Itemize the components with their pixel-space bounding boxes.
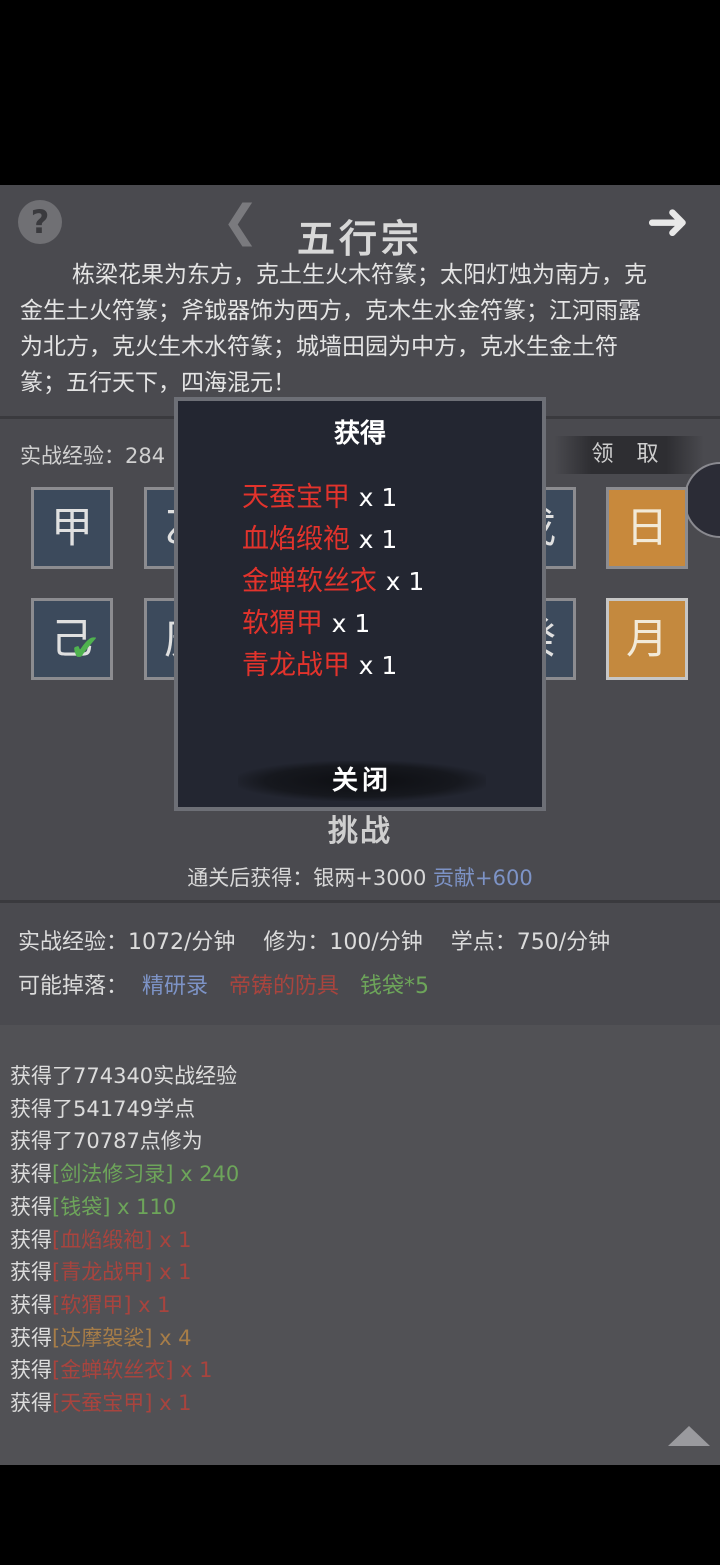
claim-button[interactable]: 领 取 <box>554 436 704 474</box>
possible-drops: 可能掉落： 精研录 帝铸的防具 钱袋*5 <box>18 968 429 1000</box>
log-line: 获得[血焰缎袍] x 1 <box>10 1227 192 1252</box>
log-line: 获得[金蝉软丝衣] x 1 <box>10 1358 213 1383</box>
drop-item[interactable]: 钱袋*5 <box>360 974 429 999</box>
log-line: 获得[剑法修习录] x 240 <box>10 1162 240 1187</box>
clear-reward: 通关后获得：银两+3000 贡献+600 <box>0 862 720 892</box>
drops-label: 可能掉落： <box>18 974 129 999</box>
page-title: 五行宗 <box>296 216 423 261</box>
log-line: 获得了774340实战经验 <box>10 1064 238 1088</box>
stat-cultivation: 修为：100/分钟 <box>263 930 423 955</box>
drop-item[interactable]: 精研录 <box>142 974 208 999</box>
reward-item: 天蚕宝甲 x 1 <box>242 482 398 513</box>
arrow-right-icon: ➜ <box>646 192 690 252</box>
scroll-up-icon[interactable] <box>668 1426 710 1446</box>
reward-item: 金蝉软丝衣 x 1 <box>242 566 425 597</box>
rate-stats: 实战经验：1072/分钟 修为：100/分钟 学点：750/分钟 <box>18 924 610 956</box>
log-line: 获得了541749学点 <box>10 1096 196 1121</box>
divider <box>0 900 720 903</box>
log-line: 获得[天蚕宝甲] x 1 <box>10 1391 192 1416</box>
battle-log: 获得了774340实战经验 获得了541749学点 获得了70787点修为 获得… <box>10 1060 239 1420</box>
tile-ri[interactable]: 日 <box>606 487 688 569</box>
reward-silver: 通关后获得：银两+3000 <box>187 866 427 890</box>
log-line: 获得[青龙战甲] x 1 <box>10 1260 192 1285</box>
reward-list[interactable]: 天蚕宝甲 x 1 血焰缎袍 x 1 金蝉软丝衣 x 1 软猬甲 x 1 青龙战甲… <box>242 477 532 713</box>
reward-item: 血焰缎袍 x 1 <box>242 524 398 555</box>
sect-description: 栋梁花果为东方，克土生火木符篆；太阳灯烛为南方，克金生土火符篆；斧钺器饰为西方，… <box>20 262 647 396</box>
next-button[interactable]: ➜ <box>646 196 690 248</box>
log-line: 获得[钱袋] x 110 <box>10 1194 177 1219</box>
tile-yue[interactable]: 月 <box>606 598 688 680</box>
stat-exp: 实战经验：1072/分钟 <box>18 930 236 955</box>
tile-jia[interactable]: 甲 <box>31 487 113 569</box>
check-icon: ✔ <box>70 628 101 669</box>
challenge-button[interactable]: 挑战 <box>0 806 720 850</box>
log-line: 获得了70787点修为 <box>10 1129 203 1154</box>
reward-modal: 获得 天蚕宝甲 x 1 血焰缎袍 x 1 金蝉软丝衣 x 1 软猬甲 x 1 青… <box>174 397 546 811</box>
reward-contribution: 贡献+600 <box>433 866 533 890</box>
log-line: 获得[达摩袈裟] x 4 <box>10 1325 192 1350</box>
exp-counter: 实战经验：284 <box>20 444 166 468</box>
drop-item[interactable]: 帝铸的防具 <box>229 974 339 999</box>
modal-title: 获得 <box>333 419 386 449</box>
stat-points: 学点：750/分钟 <box>450 930 611 955</box>
close-button[interactable]: 关闭 <box>238 761 486 801</box>
reward-item: 软猬甲 x 1 <box>242 608 371 639</box>
log-line: 获得[软猬甲] x 1 <box>10 1292 171 1317</box>
reward-item: 青龙战甲 x 1 <box>242 650 398 681</box>
